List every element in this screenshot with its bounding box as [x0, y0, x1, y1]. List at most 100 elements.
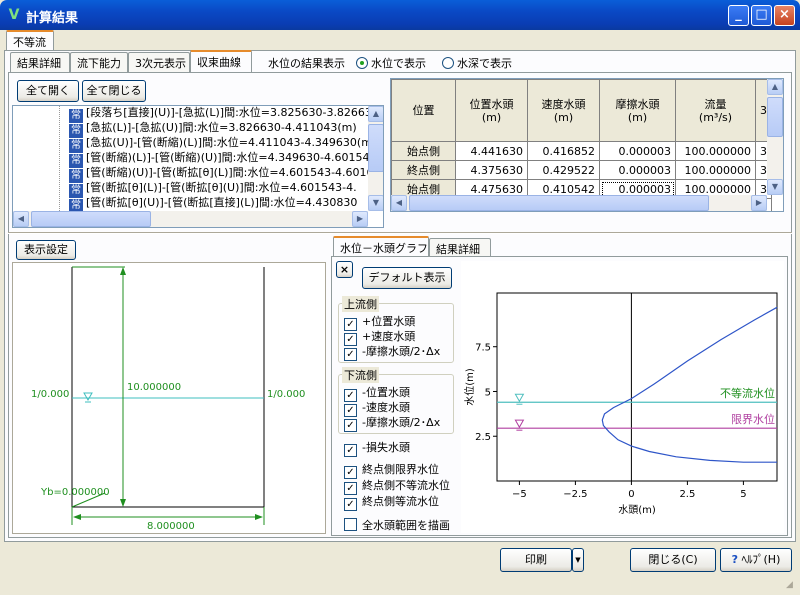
arrow-right-icon — [255, 514, 263, 520]
scroll-thumb[interactable] — [767, 97, 783, 137]
scroll-right-icon[interactable]: ▶ — [751, 195, 767, 211]
arrow-up-icon — [120, 267, 126, 275]
table-cell[interactable]: 100.000000 — [675, 160, 756, 180]
cross-section-svg: 1/0.000 1/0.000 10.000000 8.000000 Yb=0.… — [31, 266, 305, 532]
table-cell[interactable]: 0.000003 — [599, 160, 676, 180]
arrow-down-icon — [120, 499, 126, 507]
radio-water-level-label: 水位で表示 — [371, 57, 426, 70]
display-settings-button[interactable]: 表示設定 — [16, 240, 76, 260]
option-checkbox[interactable]: ✓ -摩擦水頭/2･Δx — [344, 343, 440, 361]
cross-section-view: 1/0.000 1/0.000 10.000000 8.000000 Yb=0.… — [12, 262, 326, 534]
resize-grip-icon[interactable]: ◢ — [786, 580, 798, 592]
tab-convergence[interactable]: 収束曲線 — [190, 50, 252, 72]
collapse-all-button[interactable]: 全て閉じる — [82, 80, 146, 102]
table-vscroll[interactable]: ▲ ▼ — [767, 79, 783, 195]
radio-on-icon — [356, 57, 368, 69]
tab-result-detail[interactable]: 結果詳細 — [10, 52, 70, 72]
print-dropdown-icon[interactable]: ▼ — [572, 548, 584, 572]
option-label: -位置水頭 — [362, 386, 410, 399]
tree-view[interactable]: 常 [段落ち[直接](U)]-[急拡(L)]間:水位=3.825630-3.826… — [12, 105, 384, 228]
table-row[interactable]: 始点側 4.441630 0.416852 0.000003 100.000000 3 — [391, 141, 772, 161]
header-friction-head: 摩擦水頭 (m) — [599, 79, 676, 142]
tree-item-label: [急拡(U)]-[管(断縮)(L)]間:水位=4.411043-4.349630… — [86, 136, 368, 149]
scroll-down-icon[interactable]: ▼ — [368, 195, 383, 211]
table-row[interactable]: 終点側 4.375630 0.429522 0.000003 100.000000 3 — [391, 160, 772, 180]
tree-item[interactable]: 常 [管(断拡[θ](U)]-[管(断拡[直接](L)]間:水位=4.430830 — [69, 194, 357, 211]
critical-level-line-label: 限界水位 — [731, 412, 775, 426]
x-tick-label: 2.5 — [679, 489, 695, 500]
option-checkbox[interactable]: ✓ -損失水頭 — [344, 439, 410, 457]
title-bar[interactable]: V 計算結果 _ □ × — [0, 0, 800, 30]
tree-item-label: [管(断縮)(U)]-[管(断拡[θ](L)]間:水位=4.601543-4.6… — [86, 166, 368, 179]
close-graph-options-button[interactable]: × — [336, 261, 353, 278]
hscroll-thumb[interactable] — [409, 195, 709, 211]
scroll-down-icon[interactable]: ▼ — [767, 179, 783, 195]
x-tick-label: −5 — [512, 489, 527, 500]
option-checkbox[interactable]: ✓ 終点側等流水位 — [344, 493, 439, 511]
checkbox-icon: ✓ — [344, 444, 357, 457]
tab-flow-capacity[interactable]: 流下能力 — [70, 52, 128, 72]
table-cell[interactable]: 0.000003 — [599, 141, 676, 161]
tree-hscroll[interactable]: ◀ ▶ — [13, 211, 368, 227]
table-cell[interactable]: 0.416852 — [527, 141, 600, 161]
scroll-up-icon[interactable]: ▲ — [368, 106, 383, 122]
x-tick-label: −2.5 — [563, 489, 587, 500]
help-button[interactable]: ? ﾍﾙﾌﾟ(H) — [720, 548, 792, 572]
option-label: -摩擦水頭/2･Δx — [362, 345, 441, 358]
scroll-left-icon[interactable]: ◀ — [391, 195, 407, 211]
row-position-cell[interactable]: 始点側 — [391, 141, 456, 161]
option-label: -摩擦水頭/2･Δx — [362, 416, 441, 429]
y-tick-label: 5 — [485, 387, 491, 398]
width-label: 8.000000 — [147, 521, 195, 532]
result-table-container[interactable]: 位置 位置水頭 (m) 速度水頭 (m) 摩擦水頭 (m) 流量 (m³/s) … — [390, 78, 784, 212]
tab-level-head-graph[interactable]: 水位－水頭グラフ — [333, 236, 429, 258]
option-label: 終点側限界水位 — [362, 463, 439, 476]
maximize-button[interactable]: □ — [751, 5, 772, 26]
radio-water-level[interactable]: 水位で表示 — [356, 55, 426, 71]
scroll-left-icon[interactable]: ◀ — [13, 211, 29, 227]
hscroll-thumb[interactable] — [31, 211, 151, 227]
chart-svg: −5 −2.5 0 2.5 5 2.5 5 7.5 水頭(m) 水位(m) 不等流水位限界水位 — [463, 292, 778, 516]
app-icon: V — [8, 7, 20, 23]
scroll-right-icon[interactable]: ▶ — [352, 211, 368, 227]
table-cell[interactable]: 0.429522 — [527, 160, 600, 180]
option-checkbox[interactable]: ✓ -摩擦水頭/2･Δx — [344, 414, 440, 432]
table-cell[interactable]: 4.441630 — [455, 141, 528, 161]
header-position: 位置 — [391, 79, 456, 142]
default-view-button[interactable]: デフォルト表示 — [362, 267, 452, 289]
tree-vscroll[interactable]: ▲ ▼ — [368, 106, 383, 211]
checkbox-icon: ✓ — [344, 419, 357, 432]
scroll-thumb[interactable] — [368, 124, 383, 172]
yb-label: Yb=0.000000 — [40, 487, 110, 498]
tree-item-label: [管(断拡[θ](U)]-[管(断拡[直接](L)]間:水位=4.430830 — [86, 196, 358, 209]
x-axis-label: 水頭(m) — [618, 504, 656, 516]
expand-all-button[interactable]: 全て開く — [17, 80, 79, 102]
checkbox-icon — [344, 518, 357, 531]
y-axis-label: 水位(m) — [463, 368, 476, 406]
radio-water-depth[interactable]: 水深で表示 — [442, 55, 512, 71]
option-label: +位置水頭 — [362, 315, 416, 328]
header-velocity-head: 速度水頭 (m) — [527, 79, 600, 142]
tab-graph-detail[interactable]: 結果詳細 — [429, 238, 491, 258]
x-tick-label: 0 — [628, 489, 634, 500]
help-icon: ? — [731, 553, 739, 566]
row-position-cell[interactable]: 終点側 — [391, 160, 456, 180]
table-hscroll[interactable]: ◀ ▶ — [391, 195, 767, 211]
option-label: -速度水頭 — [362, 401, 410, 414]
scroll-up-icon[interactable]: ▲ — [767, 79, 783, 95]
table-header-row: 位置 位置水頭 (m) 速度水頭 (m) 摩擦水頭 (m) 流量 (m³/s) … — [391, 79, 772, 142]
table-cell[interactable]: 100.000000 — [675, 141, 756, 161]
nonuniform-level-line-label: 不等流水位 — [720, 386, 775, 400]
tab-nonuniform[interactable]: 不等流 — [6, 30, 54, 52]
print-button[interactable]: 印刷 — [500, 548, 572, 572]
level-marker-icon — [514, 419, 525, 429]
splitter[interactable] — [8, 232, 792, 234]
table-cell[interactable]: 4.375630 — [455, 160, 528, 180]
tab-3d-view[interactable]: 3次元表示 — [128, 52, 190, 72]
y-tick-label: 7.5 — [475, 343, 491, 354]
close-button[interactable]: 閉じる(C) — [630, 548, 716, 572]
close-window-button[interactable]: × — [774, 5, 795, 26]
tree-item-label: [段落ち[直接](U)]-[急拡(L)]間:水位=3.825630-3.8266… — [86, 106, 368, 119]
minimize-button[interactable]: _ — [728, 5, 749, 26]
draw-all-checkbox[interactable]: 全水頭範囲を描画 — [344, 517, 450, 533]
